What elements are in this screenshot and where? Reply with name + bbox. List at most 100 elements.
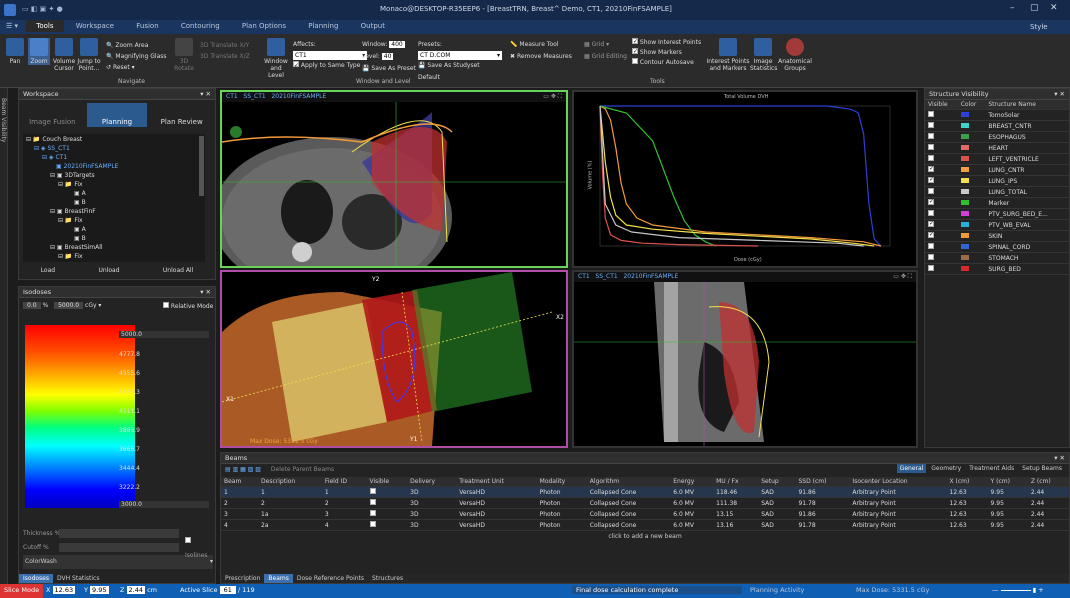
tab-isodoses[interactable]: Isodoses <box>19 574 53 583</box>
image-fusion-button[interactable]: Image Fusion <box>22 103 83 127</box>
structure-row[interactable]: Marker <box>925 197 1069 209</box>
dose-input[interactable]: 5000.0 <box>54 302 84 309</box>
window-input[interactable]: 400 <box>389 41 405 48</box>
tree-item[interactable]: ⊟ 📁 Couch Breast <box>26 135 202 144</box>
minimize-button[interactable]: – <box>1010 3 1015 13</box>
beams-column-header[interactable]: Energy <box>670 477 714 487</box>
dvh-series-line[interactable] <box>599 105 882 247</box>
beams-column-header[interactable]: X (cm) <box>946 477 988 487</box>
tab-structures[interactable]: Structures <box>368 574 407 583</box>
beam-visibility-strip[interactable]: Beam Visibility <box>0 88 8 584</box>
tab-prescription[interactable]: Prescription <box>221 574 264 583</box>
table-cell[interactable]: Arbitrary Point <box>849 486 947 498</box>
tab-dvh-statistics[interactable]: DVH Statistics <box>53 574 103 583</box>
dvh-series-line[interactable] <box>599 105 759 247</box>
translate-xz-button[interactable]: 3D Translate X/Z <box>200 51 260 62</box>
table-cell[interactable]: 91.86 <box>795 508 850 520</box>
table-cell[interactable]: 4 <box>221 519 259 531</box>
tree-item[interactable]: ⊟ ▣ 3DTargets <box>26 171 202 180</box>
table-cell[interactable]: Photon <box>536 497 587 509</box>
structure-visible-checkbox[interactable] <box>928 231 934 238</box>
dvh-series-line[interactable] <box>599 105 717 247</box>
structure-visible-checkbox[interactable] <box>928 198 934 205</box>
measure-tool-button[interactable]: 📏 Measure Tool <box>510 39 572 51</box>
beams-column-header[interactable]: Algorithm <box>586 477 671 487</box>
structure-visible-checkbox[interactable] <box>928 243 934 249</box>
slice-input[interactable]: 61 <box>219 586 236 594</box>
viewport-tab[interactable]: SS_CT1 <box>595 273 617 280</box>
presets-select[interactable]: CT D.COM ▾ <box>418 51 502 60</box>
sagittal-image[interactable] <box>574 282 916 446</box>
cutoff-input[interactable] <box>59 543 179 552</box>
beams-column-header[interactable]: Setup <box>758 477 796 487</box>
level-input[interactable]: 40 <box>381 53 394 60</box>
table-cell[interactable]: 2a <box>258 519 322 531</box>
table-cell[interactable]: 12.63 <box>946 497 988 509</box>
zoom-button[interactable]: Zoom <box>28 38 50 65</box>
structure-visible-checkbox[interactable] <box>928 176 934 183</box>
tree-item[interactable]: ⊟ 📁 Fix <box>26 252 202 261</box>
table-cell[interactable]: VersaHD <box>456 486 537 498</box>
table-cell[interactable]: 2.44 <box>1027 497 1069 509</box>
table-cell[interactable]: 3D <box>407 486 457 498</box>
table-cell[interactable]: SAD <box>758 497 796 509</box>
table-row[interactable]: 4 2a 4 3D VersaHD Photon Collapsed Cone 6.0 MV 1… <box>221 519 1069 531</box>
structure-color-swatch[interactable] <box>960 221 969 227</box>
table-cell[interactable]: 3 <box>321 508 367 520</box>
beams-column-header[interactable]: Modality <box>536 477 587 487</box>
table-cell[interactable]: 2 <box>221 497 259 509</box>
structure-visible-checkbox[interactable] <box>928 254 934 260</box>
table-cell[interactable]: 9.95 <box>987 508 1028 520</box>
table-cell[interactable]: VersaHD <box>456 497 537 509</box>
structure-row[interactable]: ESOPHAGUS <box>925 131 1069 143</box>
anatomical-groups-button[interactable]: Anatomical Groups <box>778 38 812 72</box>
tab-beams[interactable]: Beams <box>264 574 293 583</box>
structure-color-swatch[interactable] <box>960 144 969 150</box>
structure-row[interactable]: SURG_BED <box>925 263 1069 275</box>
tab-general[interactable]: General <box>896 464 927 473</box>
viewport-tab[interactable]: 20210FinFSAMPLE <box>623 273 678 280</box>
structure-color-swatch[interactable] <box>960 177 969 183</box>
quick-access-icons[interactable]: ▭ ◧ ▣ ✦ ● <box>22 5 63 13</box>
tab-setup-beams[interactable]: Setup Beams <box>1019 464 1065 473</box>
style-menu[interactable]: Style <box>1030 23 1048 31</box>
tree-item[interactable]: ▣ B <box>26 234 202 243</box>
structure-visible-checkbox[interactable] <box>928 133 934 139</box>
tree-item[interactable]: ⊟ 📁 Fix <box>26 180 202 189</box>
table-cell[interactable]: 91.86 <box>795 486 850 498</box>
table-cell[interactable]: 1 <box>258 486 322 498</box>
tab-treatment-aids[interactable]: Treatment Aids <box>966 464 1017 473</box>
table-cell[interactable]: 111.38 <box>713 497 759 509</box>
volume-cursor-button[interactable]: Volume Cursor <box>52 38 76 72</box>
structure-color-swatch[interactable] <box>960 111 969 117</box>
structure-color-swatch[interactable] <box>960 199 969 205</box>
beam-visible-checkbox[interactable] <box>369 499 376 505</box>
isolines-checkbox[interactable]: Isolines <box>185 535 213 563</box>
jump-to-point-button[interactable]: Jump to Point... <box>76 38 102 72</box>
structure-row[interactable]: SKIN <box>925 230 1069 242</box>
beams-column-header[interactable]: Description <box>258 477 322 487</box>
tab-plan-options[interactable]: Plan Options <box>232 20 296 32</box>
tree-item[interactable]: ▣ A <box>26 189 202 198</box>
table-cell[interactable]: 13.15 <box>713 508 759 520</box>
beam-tools-icons[interactable]: ▤ ▥ ▦ ▧ ▨ <box>225 466 261 473</box>
grid-button[interactable]: ▦ Grid ▾ <box>584 39 627 51</box>
beam-visible-checkbox[interactable] <box>369 510 376 516</box>
tree-item[interactable]: ⊟ 📁 Fix <box>26 216 202 225</box>
table-cell[interactable]: VersaHD <box>456 508 537 520</box>
table-cell[interactable]: 3D <box>407 508 457 520</box>
dvh-viewport[interactable]: Total Volume DVH Volume (%) Dose (cGy) <box>572 90 918 268</box>
table-cell[interactable]: 12.63 <box>946 486 988 498</box>
structure-color-swatch[interactable] <box>960 133 969 139</box>
structure-color-swatch[interactable] <box>960 265 969 271</box>
structure-visible-checkbox[interactable] <box>928 265 934 271</box>
structure-visible-checkbox[interactable] <box>928 210 934 216</box>
dvh-series-line[interactable] <box>600 105 882 247</box>
isodose-label[interactable]: 5000.0 <box>119 331 209 338</box>
table-cell[interactable]: Arbitrary Point <box>849 519 947 531</box>
table-cell[interactable]: SAD <box>758 508 796 520</box>
table-cell[interactable]: Photon <box>536 508 587 520</box>
tree-item[interactable]: ⊟ ▣ BreastFinF <box>26 207 202 216</box>
structure-color-swatch[interactable] <box>960 232 969 238</box>
beams-column-header[interactable]: Visible <box>366 477 408 487</box>
